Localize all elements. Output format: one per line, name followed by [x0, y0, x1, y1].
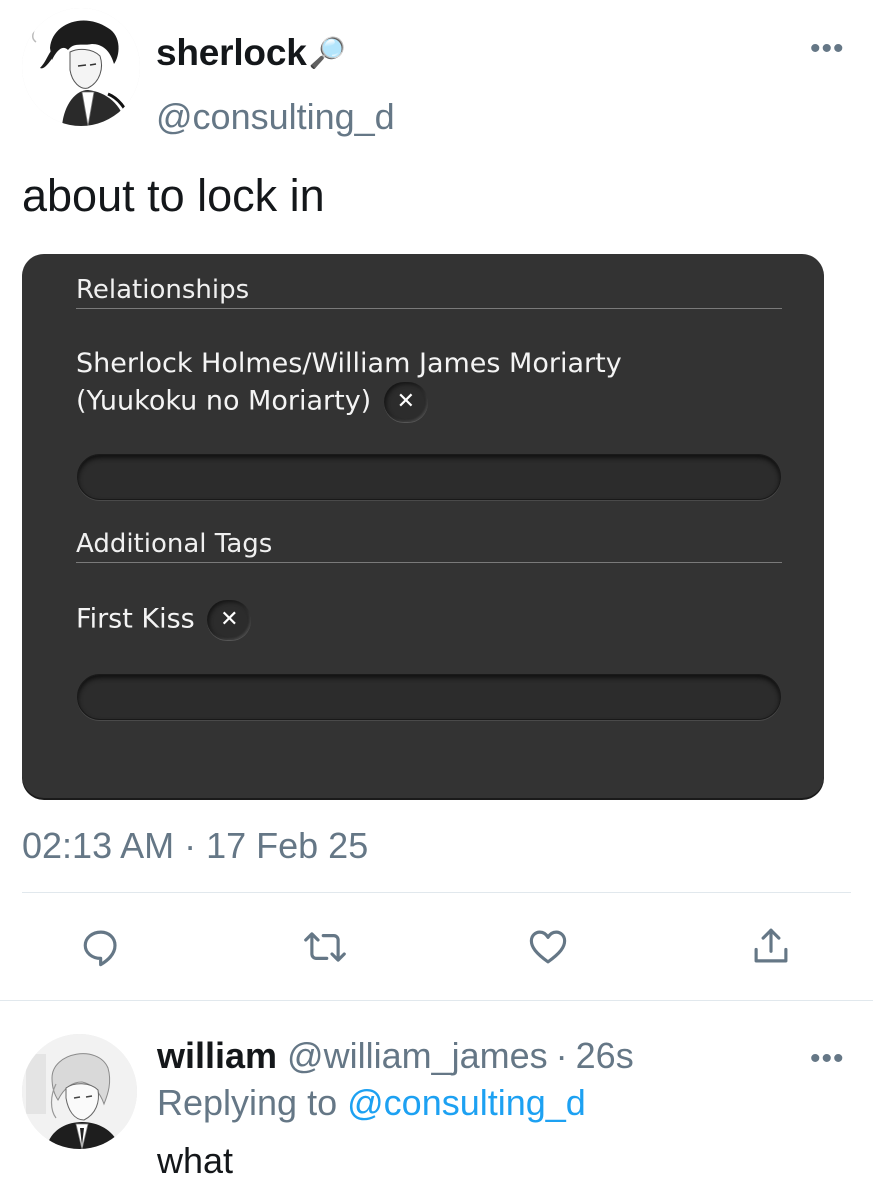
- more-dots-icon[interactable]: •••: [810, 34, 845, 64]
- author-name-row[interactable]: sherlock 🔎: [156, 30, 346, 76]
- more-dots-icon[interactable]: •••: [810, 1044, 845, 1074]
- tweet-text: about to lock in: [22, 170, 325, 221]
- reply-author-avatar[interactable]: [22, 1034, 137, 1149]
- additional-tag-input[interactable]: [77, 674, 781, 720]
- reply-author-name: william: [157, 1035, 278, 1076]
- tweet-media-card[interactable]: Relationships Sherlock Holmes/William Ja…: [22, 254, 824, 798]
- replying-to-link[interactable]: @consulting_d: [347, 1082, 586, 1123]
- remove-tag-button[interactable]: ✕: [207, 600, 252, 640]
- replying-to-line: Replying to @consulting_d: [157, 1082, 586, 1124]
- section-divider: [76, 308, 782, 309]
- magnifying-glass-icon: 🔎: [308, 36, 346, 70]
- tag-line-1: Sherlock Holmes/William James Moriarty: [76, 348, 622, 379]
- relationship-tag-input[interactable]: [77, 454, 781, 500]
- tag-additional: First Kiss ✕: [76, 600, 252, 640]
- reply-age: 26s: [575, 1035, 634, 1076]
- tag-line-2-text: (Yuukoku no Moriarty): [76, 385, 372, 417]
- retweet-icon[interactable]: [302, 926, 348, 968]
- section-heading-additional-tags: Additional Tags: [76, 529, 273, 559]
- meta-separator: ·: [555, 1035, 568, 1076]
- divider: [0, 1000, 873, 1001]
- remove-tag-button[interactable]: ✕: [383, 382, 428, 422]
- tag-text: First Kiss: [76, 603, 195, 635]
- share-icon[interactable]: [750, 924, 792, 968]
- divider: [22, 892, 851, 893]
- tag-relationship: Sherlock Holmes/William James Moriarty (…: [76, 346, 776, 422]
- william-avatar-illustration: [22, 1034, 137, 1149]
- reply-icon[interactable]: [80, 926, 122, 968]
- tweet-timestamp[interactable]: 02:13 AM · 17 Feb 25: [22, 825, 368, 867]
- author-handle[interactable]: @consulting_d: [156, 96, 395, 138]
- author-display-name: sherlock: [156, 32, 307, 73]
- reply-text: what: [157, 1140, 234, 1181]
- sherlock-avatar-illustration: [22, 8, 140, 126]
- tag-line-2: (Yuukoku no Moriarty) ✕: [76, 382, 776, 422]
- section-divider: [76, 562, 782, 563]
- section-heading-relationships: Relationships: [76, 275, 250, 305]
- author-avatar[interactable]: [22, 8, 140, 126]
- replying-to-prefix: Replying to: [157, 1082, 338, 1123]
- reply-author-handle: @william_james: [287, 1035, 548, 1076]
- heart-icon[interactable]: [526, 926, 570, 968]
- reply-header[interactable]: william @william_james · 26s: [157, 1034, 634, 1078]
